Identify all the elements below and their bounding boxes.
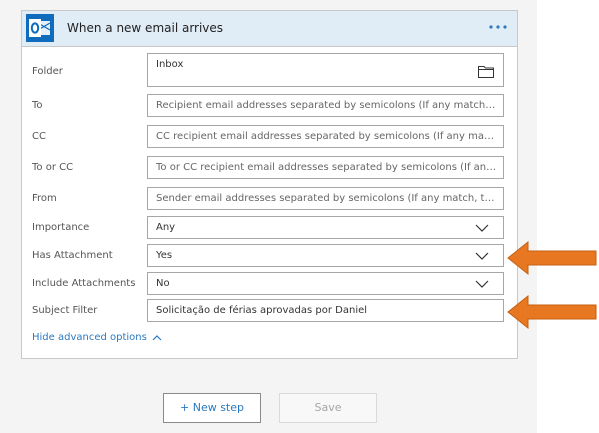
cc-placeholder: CC recipient email addresses separated b…: [156, 131, 497, 142]
include-attachments-label: Include Attachments: [32, 278, 136, 289]
subject-filter-label: Subject Filter: [32, 305, 98, 316]
from-label: From: [32, 193, 57, 204]
hide-advanced-options-link[interactable]: Hide advanced options: [32, 332, 162, 343]
folder-picker-icon[interactable]: [478, 65, 494, 78]
trigger-title: When a new email arrives: [67, 21, 224, 35]
chevron-down-icon: [475, 224, 489, 232]
folder-label: Folder: [32, 66, 63, 77]
hide-advanced-options-label: Hide advanced options: [32, 332, 147, 343]
has-attachment-dropdown[interactable]: Yes: [147, 244, 504, 267]
to-or-cc-field[interactable]: To or CC recipient email addresses separ…: [147, 156, 504, 179]
include-attachments-value: No: [156, 278, 170, 289]
has-attachment-label: Has Attachment: [32, 250, 113, 261]
has-attachment-value: Yes: [156, 250, 173, 261]
to-or-cc-label: To or CC: [32, 162, 74, 173]
include-attachments-dropdown[interactable]: No: [147, 272, 504, 295]
to-field[interactable]: Recipient email addresses separated by s…: [147, 94, 504, 117]
ellipsis-icon: [489, 25, 507, 29]
to-placeholder: Recipient email addresses separated by s…: [156, 100, 497, 111]
from-placeholder: Sender email addresses separated by semi…: [156, 193, 497, 204]
to-label: To: [32, 100, 43, 111]
chevron-down-icon: [475, 252, 489, 260]
importance-value: Any: [156, 222, 176, 233]
trigger-card-header[interactable]: When a new email arrives: [22, 11, 517, 47]
cc-label: CC: [32, 131, 46, 142]
outlook-icon: [26, 14, 54, 42]
annotation-arrow: [507, 240, 597, 276]
from-field[interactable]: Sender email addresses separated by semi…: [147, 187, 504, 210]
chevron-down-icon: [475, 280, 489, 288]
chevron-up-icon: [152, 334, 162, 340]
subject-filter-field[interactable]: Solicitação de férias aprovadas por Dani…: [147, 299, 504, 322]
folder-field[interactable]: Inbox: [147, 53, 504, 87]
folder-value: Inbox: [156, 59, 184, 70]
new-step-button[interactable]: + New step: [163, 393, 261, 423]
importance-label: Importance: [32, 222, 90, 233]
cc-field[interactable]: CC recipient email addresses separated b…: [147, 125, 504, 148]
more-options-button[interactable]: [487, 16, 509, 38]
subject-filter-value: Solicitação de férias aprovadas por Dani…: [156, 305, 368, 316]
annotation-arrow: [507, 294, 597, 330]
importance-dropdown[interactable]: Any: [147, 216, 504, 239]
trigger-card: When a new email arrives Folder Inbox To…: [21, 10, 518, 359]
to-or-cc-placeholder: To or CC recipient email addresses separ…: [156, 162, 497, 173]
save-button[interactable]: Save: [279, 393, 377, 423]
